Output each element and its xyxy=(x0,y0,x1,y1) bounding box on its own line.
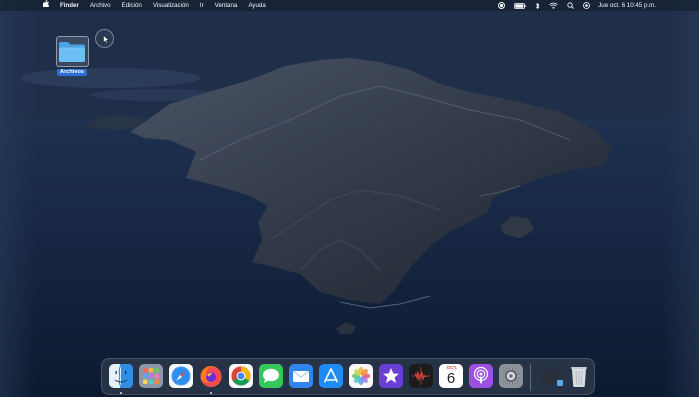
menu-clock[interactable]: Jue oct. 6 10:45 p.m. xyxy=(598,0,656,11)
dock: OCT. 6 xyxy=(101,358,595,395)
control-center-icon[interactable] xyxy=(583,0,591,11)
desktop-screen: Finder Archivo Edición Visualización Ir … xyxy=(0,0,699,397)
dock-app-store[interactable] xyxy=(318,363,344,389)
dock-system-preferences[interactable] xyxy=(498,363,524,389)
chrome-icon xyxy=(229,364,253,388)
finder-icon xyxy=(109,364,133,388)
dock-trash[interactable] xyxy=(566,363,592,389)
dock-separator xyxy=(530,364,531,391)
menu-ir[interactable]: Ir xyxy=(200,0,204,11)
desktop-folder-archivos[interactable]: Archivos xyxy=(54,36,90,76)
system-preferences-gear-icon xyxy=(499,364,523,388)
dock-voice-memos[interactable] xyxy=(408,363,434,389)
dock-launchpad[interactable] xyxy=(138,363,164,389)
photos-icon xyxy=(349,364,373,388)
app-store-icon xyxy=(319,364,343,388)
dock-messages[interactable] xyxy=(258,363,284,389)
launchpad-icon xyxy=(139,364,163,388)
dock-photos[interactable] xyxy=(348,363,374,389)
wifi-icon[interactable] xyxy=(549,0,558,11)
menu-bar-status: Jue oct. 6 10:45 p.m. xyxy=(489,0,699,11)
folder-icon xyxy=(55,36,89,67)
menu-ventana[interactable]: Ventana xyxy=(215,0,238,11)
safari-icon xyxy=(169,364,193,388)
dock-mail[interactable] xyxy=(288,363,314,389)
dock-chrome[interactable] xyxy=(228,363,254,389)
menu-visualizacion[interactable]: Visualización xyxy=(153,0,189,11)
dock-firefox[interactable] xyxy=(198,363,224,389)
apple-logo-icon[interactable] xyxy=(42,0,50,11)
wallpaper xyxy=(0,0,699,397)
menu-app-finder[interactable]: Finder xyxy=(60,0,79,11)
wallpaper-edge-left xyxy=(0,0,36,397)
menu-edicion[interactable]: Edición xyxy=(122,0,142,11)
dock-podcasts[interactable] xyxy=(468,363,494,389)
voice-memos-icon xyxy=(409,364,433,388)
battery-icon[interactable] xyxy=(514,0,526,11)
menu-ayuda[interactable]: Ayuda xyxy=(248,0,265,11)
running-indicator xyxy=(210,392,212,394)
firefox-icon xyxy=(200,366,222,387)
bluetooth-icon[interactable] xyxy=(535,0,540,11)
running-indicator xyxy=(120,392,122,394)
desktop-folder-label: Archivos xyxy=(57,69,87,76)
wallpaper-edge-right xyxy=(663,0,699,397)
imovie-star-icon xyxy=(379,364,403,388)
dock-finder[interactable] xyxy=(108,363,134,389)
podcasts-icon xyxy=(469,364,493,388)
downloads-stack-icon xyxy=(539,364,563,388)
dock-calendar[interactable]: OCT. 6 xyxy=(438,363,464,389)
menu-bar: Finder Archivo Edición Visualización Ir … xyxy=(0,0,699,11)
calendar-icon: OCT. 6 xyxy=(439,364,463,388)
dock-imovie[interactable] xyxy=(378,363,404,389)
menu-archivo[interactable]: Archivo xyxy=(90,0,111,11)
mouse-pointer-icon xyxy=(103,35,110,44)
trash-icon xyxy=(571,367,587,387)
dock-safari[interactable] xyxy=(168,363,194,389)
menu-bar-left: Finder Archivo Edición Visualización Ir … xyxy=(0,0,277,11)
dock-downloads-stack[interactable] xyxy=(538,363,564,389)
calendar-day: 6 xyxy=(446,370,456,387)
spotlight-icon[interactable] xyxy=(567,0,575,11)
mail-icon xyxy=(289,364,313,388)
screen-record-icon[interactable] xyxy=(498,0,506,11)
messages-icon xyxy=(259,364,283,388)
